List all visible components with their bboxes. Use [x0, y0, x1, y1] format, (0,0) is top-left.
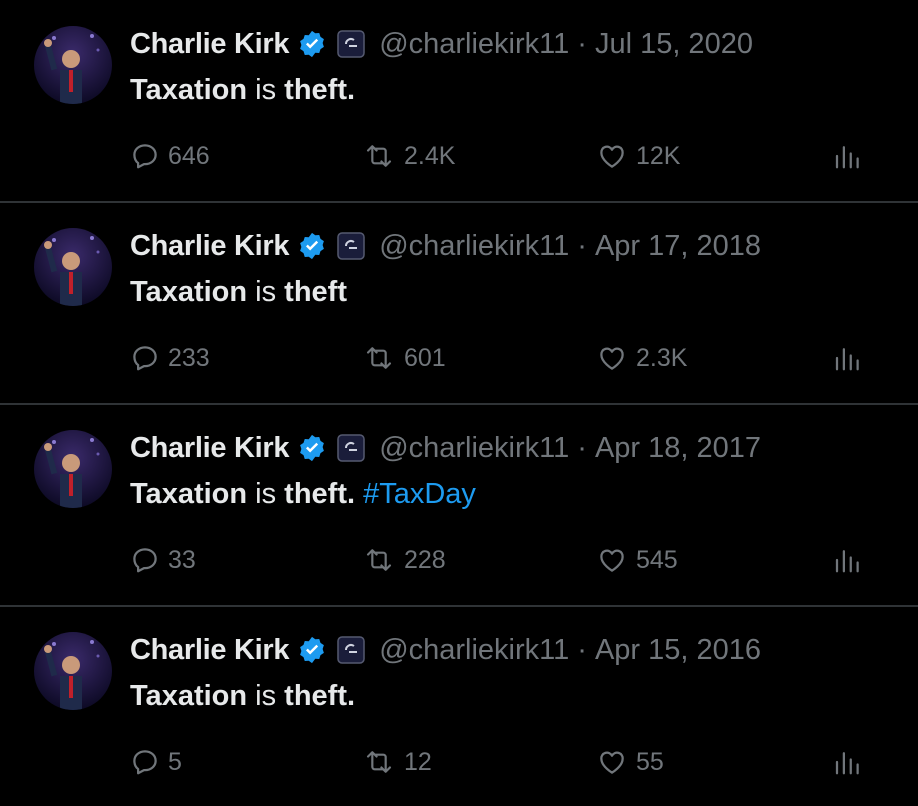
tweet-header: Charlie Kirk @charliekirk11 · Apr 18, 20…	[130, 430, 761, 466]
author-name[interactable]: Charlie Kirk	[130, 634, 289, 667]
like-icon	[596, 141, 628, 171]
reply-button[interactable]: 5	[130, 744, 182, 780]
reply-button[interactable]: 646	[130, 138, 210, 174]
repost-button[interactable]: 601	[362, 340, 446, 376]
author-name[interactable]: Charlie Kirk	[130, 28, 289, 61]
verified-badge-icon[interactable]	[297, 635, 327, 665]
reply-count: 233	[168, 343, 210, 372]
affiliate-badge-icon[interactable]	[337, 30, 365, 58]
views-button[interactable]	[832, 744, 870, 780]
tweet-text-part: Taxation	[130, 276, 248, 308]
verified-badge-icon[interactable]	[297, 433, 327, 463]
tweet-text-part: theft.	[284, 478, 356, 510]
author-name[interactable]: Charlie Kirk	[130, 432, 289, 465]
verified-badge-icon[interactable]	[297, 29, 327, 59]
tweet-text: Taxation is theft. #TaxDay	[130, 478, 476, 511]
avatar[interactable]	[34, 632, 112, 710]
tweet-text-part: theft	[284, 276, 347, 308]
affiliate-badge-icon[interactable]	[337, 434, 365, 462]
author-handle[interactable]: @charliekirk11	[379, 432, 569, 465]
tweet-text-part: is	[247, 276, 285, 308]
views-button[interactable]	[832, 340, 870, 376]
tweet-text-part: is	[247, 680, 285, 712]
tweet-text-part: is	[247, 74, 285, 106]
timestamp[interactable]: Apr 18, 2017	[595, 432, 761, 465]
tweet-header: Charlie Kirk @charliekirk11 · Apr 15, 20…	[130, 632, 761, 668]
separator: ·	[577, 633, 587, 666]
affiliate-badge-icon[interactable]	[337, 636, 365, 664]
repost-button[interactable]: 2.4K	[362, 138, 455, 174]
tweet-text: Taxation is theft	[130, 276, 347, 309]
tweet-text: Taxation is theft.	[130, 74, 355, 107]
views-icon	[832, 141, 862, 171]
tweet[interactable]: Charlie Kirk @charliekirk11 · Apr 15, 20…	[0, 606, 918, 806]
separator: ·	[577, 229, 587, 262]
reply-count: 5	[168, 747, 182, 776]
reply-count: 33	[168, 545, 196, 574]
separator: ·	[577, 27, 587, 60]
like-icon	[596, 747, 628, 777]
repost-count: 601	[404, 343, 446, 372]
views-button[interactable]	[832, 138, 870, 174]
reply-icon	[130, 747, 160, 777]
timestamp[interactable]: Apr 15, 2016	[595, 634, 761, 667]
like-count: 545	[636, 545, 678, 574]
repost-button[interactable]: 12	[362, 744, 432, 780]
tweet-header: Charlie Kirk @charliekirk11 · Apr 17, 20…	[130, 228, 761, 264]
tweet[interactable]: Charlie Kirk @charliekirk11 · Apr 18, 20…	[0, 404, 918, 606]
verified-badge-icon[interactable]	[297, 231, 327, 261]
views-icon	[832, 343, 862, 373]
repost-count: 228	[404, 545, 446, 574]
like-button[interactable]: 545	[596, 542, 678, 578]
repost-icon	[362, 141, 396, 171]
avatar[interactable]	[34, 430, 112, 508]
reply-icon	[130, 343, 160, 373]
repost-icon	[362, 343, 396, 373]
views-icon	[832, 545, 862, 575]
like-count: 2.3K	[636, 343, 688, 372]
tweet-header: Charlie Kirk @charliekirk11 · Jul 15, 20…	[130, 26, 753, 62]
like-icon	[596, 545, 628, 575]
tweet-text-part: Taxation	[130, 478, 248, 510]
reply-button[interactable]: 33	[130, 542, 196, 578]
tweet-text-part: theft.	[284, 680, 356, 712]
reply-count: 646	[168, 141, 210, 170]
tweet-feed: Charlie Kirk @charliekirk11 · Jul 15, 20…	[0, 0, 918, 806]
tweet-text-part: Taxation	[130, 680, 248, 712]
timestamp[interactable]: Jul 15, 2020	[595, 28, 753, 61]
repost-count: 2.4K	[404, 141, 456, 170]
repost-icon	[362, 545, 396, 575]
avatar[interactable]	[34, 228, 112, 306]
repost-icon	[362, 747, 396, 777]
author-name[interactable]: Charlie Kirk	[130, 230, 289, 263]
like-button[interactable]: 2.3K	[596, 340, 687, 376]
separator: ·	[577, 431, 587, 464]
tweet-text-part: Taxation	[130, 74, 248, 106]
repost-button[interactable]: 228	[362, 542, 446, 578]
tweet-text-part: is	[247, 478, 285, 510]
author-handle[interactable]: @charliekirk11	[379, 230, 569, 263]
like-button[interactable]: 55	[596, 744, 664, 780]
reply-icon	[130, 141, 160, 171]
reply-icon	[130, 545, 160, 575]
repost-count: 12	[404, 747, 432, 776]
tweet[interactable]: Charlie Kirk @charliekirk11 · Jul 15, 20…	[0, 0, 918, 202]
timestamp[interactable]: Apr 17, 2018	[595, 230, 761, 263]
like-count: 55	[636, 747, 664, 776]
tweet-text-part: theft.	[284, 74, 356, 106]
affiliate-badge-icon[interactable]	[337, 232, 365, 260]
hashtag-link[interactable]: #TaxDay	[355, 478, 476, 510]
avatar[interactable]	[34, 26, 112, 104]
tweet[interactable]: Charlie Kirk @charliekirk11 · Apr 17, 20…	[0, 202, 918, 404]
author-handle[interactable]: @charliekirk11	[379, 634, 569, 667]
reply-button[interactable]: 233	[130, 340, 210, 376]
like-count: 12K	[636, 141, 681, 170]
tweet-text: Taxation is theft.	[130, 680, 355, 713]
author-handle[interactable]: @charliekirk11	[379, 28, 569, 61]
like-button[interactable]: 12K	[596, 138, 680, 174]
views-icon	[832, 747, 862, 777]
like-icon	[596, 343, 628, 373]
views-button[interactable]	[832, 542, 870, 578]
